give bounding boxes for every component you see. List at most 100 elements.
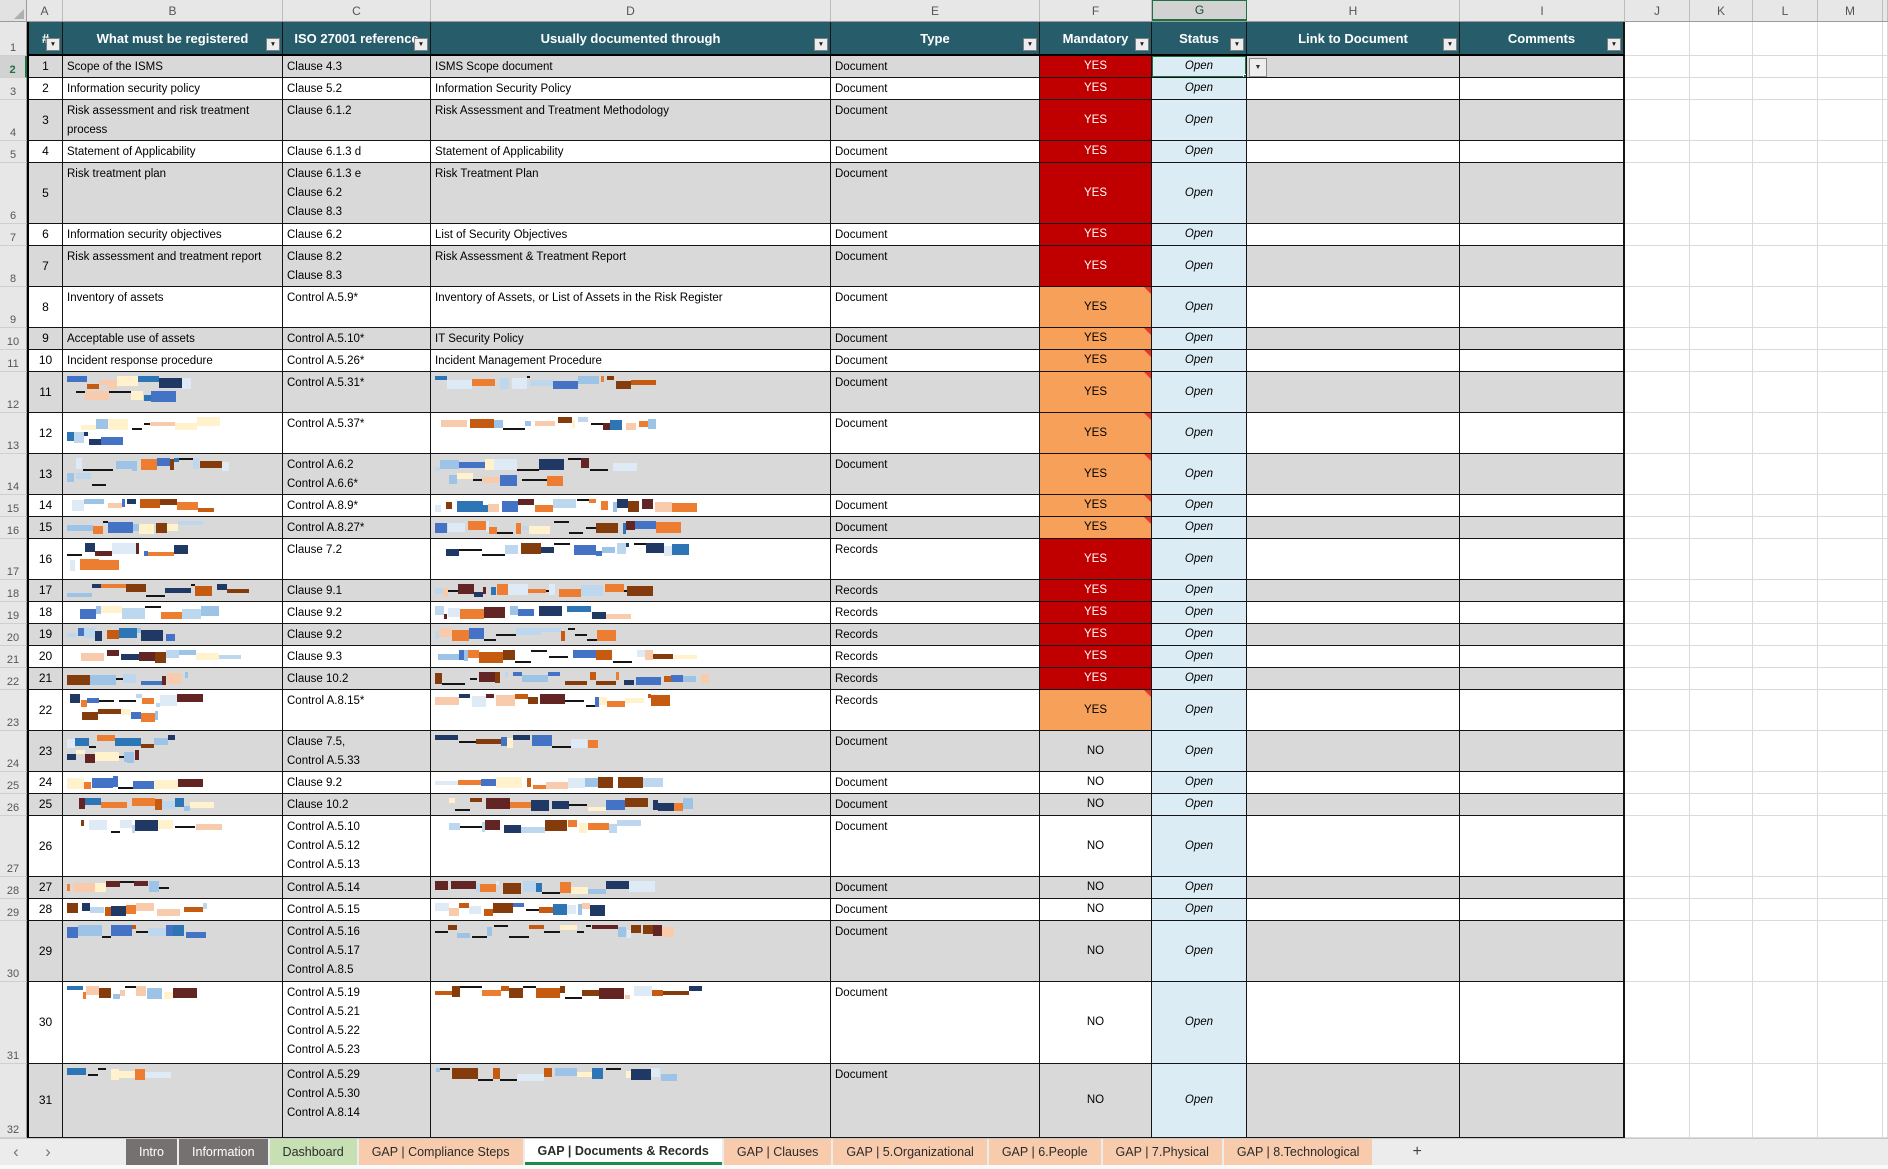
cell-registered[interactable]	[63, 772, 283, 794]
empty-cell[interactable]	[1690, 1064, 1753, 1138]
cell-type[interactable]: Document	[831, 413, 1040, 454]
empty-cell[interactable]	[1753, 56, 1818, 78]
empty-cell[interactable]	[1625, 287, 1690, 328]
cell-status[interactable]: Open	[1152, 690, 1247, 731]
cell-status[interactable]: Open	[1152, 287, 1247, 328]
cell-link[interactable]	[1247, 1064, 1460, 1138]
row-header[interactable]: 18	[0, 580, 27, 602]
cell-number[interactable]: 23	[27, 731, 63, 772]
cell-documented[interactable]	[431, 539, 831, 580]
cell-mandatory[interactable]: YES	[1040, 668, 1152, 690]
cell-comments[interactable]	[1460, 816, 1625, 877]
cell-reference[interactable]: Control A.8.15*	[283, 690, 431, 731]
cell-registered[interactable]	[63, 517, 283, 539]
tab-gap-clauses[interactable]: GAP | Clauses	[724, 1139, 832, 1165]
cell-registered[interactable]: Statement of Applicability	[63, 141, 283, 163]
row-header[interactable]: 17	[0, 539, 27, 580]
row-header[interactable]: 29	[0, 899, 27, 921]
cell-type[interactable]: Records	[831, 580, 1040, 602]
empty-cell[interactable]	[1753, 580, 1818, 602]
empty-cell[interactable]	[1753, 495, 1818, 517]
cell-reference[interactable]: Clause 6.2	[283, 224, 431, 246]
empty-cell[interactable]	[1625, 350, 1690, 372]
cell-reference[interactable]: Control A.5.16Control A.5.17Control A.8.…	[283, 921, 431, 982]
table-header-type[interactable]: Type▼	[831, 22, 1040, 56]
cell-comments[interactable]	[1460, 78, 1625, 100]
empty-cell[interactable]	[1625, 246, 1690, 287]
empty-cell[interactable]	[1753, 690, 1818, 731]
cell-number[interactable]: 31	[27, 1064, 63, 1138]
cell-link[interactable]	[1247, 668, 1460, 690]
cell-comments[interactable]	[1460, 690, 1625, 731]
empty-cell[interactable]	[1753, 602, 1818, 624]
tab-intro[interactable]: Intro	[126, 1139, 177, 1165]
cell-type[interactable]: Document	[831, 141, 1040, 163]
cell-reference[interactable]: Clause 7.5,Control A.5.33	[283, 731, 431, 772]
cell-status[interactable]: Open	[1152, 921, 1247, 982]
cell-reference[interactable]: Clause 9.2	[283, 624, 431, 646]
empty-cell[interactable]	[1818, 517, 1883, 539]
cell-comments[interactable]	[1460, 982, 1625, 1064]
empty-cell[interactable]	[1753, 246, 1818, 287]
cell-mandatory[interactable]: YES	[1040, 141, 1152, 163]
tab-gap-7-physical[interactable]: GAP | 7.Physical	[1103, 1139, 1222, 1165]
cell-link[interactable]	[1247, 921, 1460, 982]
empty-cell[interactable]	[1818, 877, 1883, 899]
cell-comments[interactable]	[1460, 877, 1625, 899]
table-header-documented[interactable]: Usually documented through▼	[431, 22, 831, 56]
row-header[interactable]: 2	[0, 56, 27, 78]
cell-link[interactable]	[1247, 794, 1460, 816]
cell-status[interactable]: Open	[1152, 731, 1247, 772]
empty-cell[interactable]	[1753, 224, 1818, 246]
filter-arrow-icon[interactable]: ▼	[46, 38, 60, 51]
tab-information[interactable]: Information	[179, 1139, 268, 1165]
cell-comments[interactable]	[1460, 163, 1625, 224]
cell-documented[interactable]: ISMS Scope document	[431, 56, 831, 78]
cell-reference[interactable]: Clause 8.2Clause 8.3	[283, 246, 431, 287]
cell-link[interactable]	[1247, 816, 1460, 877]
row-header[interactable]: 16	[0, 517, 27, 539]
empty-cell[interactable]	[1625, 816, 1690, 877]
empty-cell[interactable]	[1818, 163, 1883, 224]
empty-cell[interactable]	[1818, 580, 1883, 602]
cell-status[interactable]: Open	[1152, 78, 1247, 100]
cell-type[interactable]: Document	[831, 372, 1040, 413]
empty-cell[interactable]	[1625, 982, 1690, 1064]
cell-link[interactable]	[1247, 602, 1460, 624]
cell-type[interactable]: Document	[831, 877, 1040, 899]
cell-comments[interactable]	[1460, 646, 1625, 668]
cell-mandatory[interactable]: YES	[1040, 224, 1152, 246]
cell-status[interactable]: Open	[1152, 624, 1247, 646]
column-header-J[interactable]: J	[1625, 0, 1690, 21]
empty-cell[interactable]	[1625, 372, 1690, 413]
empty-cell[interactable]	[1625, 772, 1690, 794]
cell-reference[interactable]: Control A.5.15	[283, 899, 431, 921]
sheet-nav-prev-icon[interactable]: ‹	[0, 1139, 32, 1165]
cell-reference[interactable]: Clause 6.1.2	[283, 100, 431, 141]
cell-type[interactable]: Document	[831, 163, 1040, 224]
column-header-F[interactable]: F	[1040, 0, 1152, 21]
empty-cell[interactable]	[1690, 163, 1753, 224]
empty-cell[interactable]	[1690, 690, 1753, 731]
cell-status[interactable]: Open	[1152, 495, 1247, 517]
cell-number[interactable]: 24	[27, 772, 63, 794]
empty-cell[interactable]	[1690, 668, 1753, 690]
row-header[interactable]: 7	[0, 224, 27, 246]
empty-cell[interactable]	[1690, 495, 1753, 517]
cell-type[interactable]: Document	[831, 287, 1040, 328]
table-header-reference[interactable]: ISO 27001 reference▼	[283, 22, 431, 56]
cell-number[interactable]: 14	[27, 495, 63, 517]
cell-comments[interactable]	[1460, 668, 1625, 690]
cell-number[interactable]: 10	[27, 350, 63, 372]
cell-reference[interactable]: Clause 6.1.3 d	[283, 141, 431, 163]
cell-mandatory[interactable]: YES	[1040, 350, 1152, 372]
column-header-E[interactable]: E	[831, 0, 1040, 21]
empty-cell[interactable]	[1625, 1064, 1690, 1138]
empty-cell[interactable]	[1818, 100, 1883, 141]
filter-arrow-icon[interactable]: ▼	[266, 38, 280, 51]
cell-type[interactable]: Document	[831, 224, 1040, 246]
cell-mandatory[interactable]: YES	[1040, 646, 1152, 668]
empty-cell[interactable]	[1753, 668, 1818, 690]
cell-number[interactable]: 11	[27, 372, 63, 413]
cell-comments[interactable]	[1460, 141, 1625, 163]
